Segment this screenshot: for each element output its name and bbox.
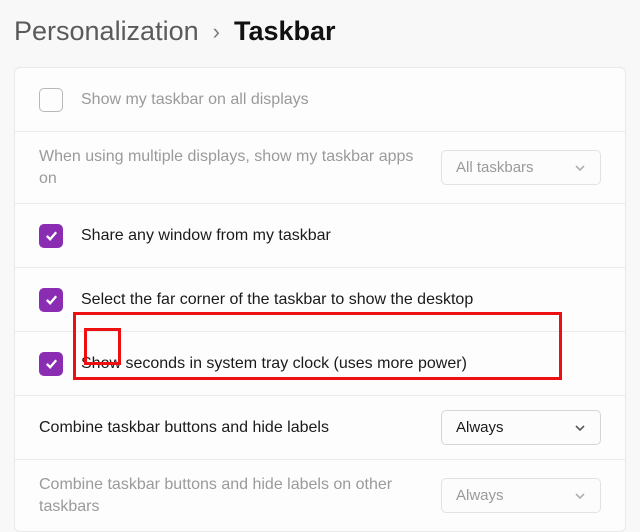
select-combine-buttons[interactable]: Always (441, 410, 601, 445)
label-combine-buttons: Combine taskbar buttons and hide labels (39, 417, 423, 439)
breadcrumb: Personalization › Taskbar (0, 0, 640, 67)
row-share-window: Share any window from my taskbar (15, 204, 625, 268)
row-far-corner: Select the far corner of the taskbar to … (15, 268, 625, 332)
label-combine-other: Combine taskbar buttons and hide labels … (39, 474, 423, 517)
select-multi-display-apps: All taskbars (441, 150, 601, 185)
breadcrumb-parent[interactable]: Personalization (14, 16, 199, 47)
label-show-all-displays: Show my taskbar on all displays (81, 89, 601, 111)
checkbox-show-seconds[interactable] (39, 352, 63, 376)
settings-panel: Show my taskbar on all displays When usi… (14, 67, 626, 532)
select-value: Always (456, 419, 504, 436)
select-value: All taskbars (456, 159, 534, 176)
breadcrumb-current: Taskbar (234, 16, 336, 47)
chevron-right-icon: › (213, 19, 220, 45)
label-multi-display-apps: When using multiple displays, show my ta… (39, 146, 423, 189)
chevron-down-icon (574, 490, 586, 502)
row-show-all-displays: Show my taskbar on all displays (15, 68, 625, 132)
row-combine-buttons: Combine taskbar buttons and hide labels … (15, 396, 625, 460)
checkbox-share-window[interactable] (39, 224, 63, 248)
select-value: Always (456, 487, 504, 504)
checkbox-far-corner[interactable] (39, 288, 63, 312)
label-share-window: Share any window from my taskbar (81, 225, 601, 247)
select-combine-other: Always (441, 478, 601, 513)
label-show-seconds: Show seconds in system tray clock (uses … (81, 353, 601, 375)
row-show-seconds: Show seconds in system tray clock (uses … (15, 332, 625, 396)
row-combine-other: Combine taskbar buttons and hide labels … (15, 460, 625, 531)
chevron-down-icon (574, 162, 586, 174)
chevron-down-icon (574, 422, 586, 434)
checkbox-show-all-displays (39, 88, 63, 112)
check-icon (44, 292, 59, 307)
check-icon (44, 356, 59, 371)
check-icon (44, 228, 59, 243)
row-multi-display-apps: When using multiple displays, show my ta… (15, 132, 625, 204)
label-far-corner: Select the far corner of the taskbar to … (81, 289, 601, 311)
